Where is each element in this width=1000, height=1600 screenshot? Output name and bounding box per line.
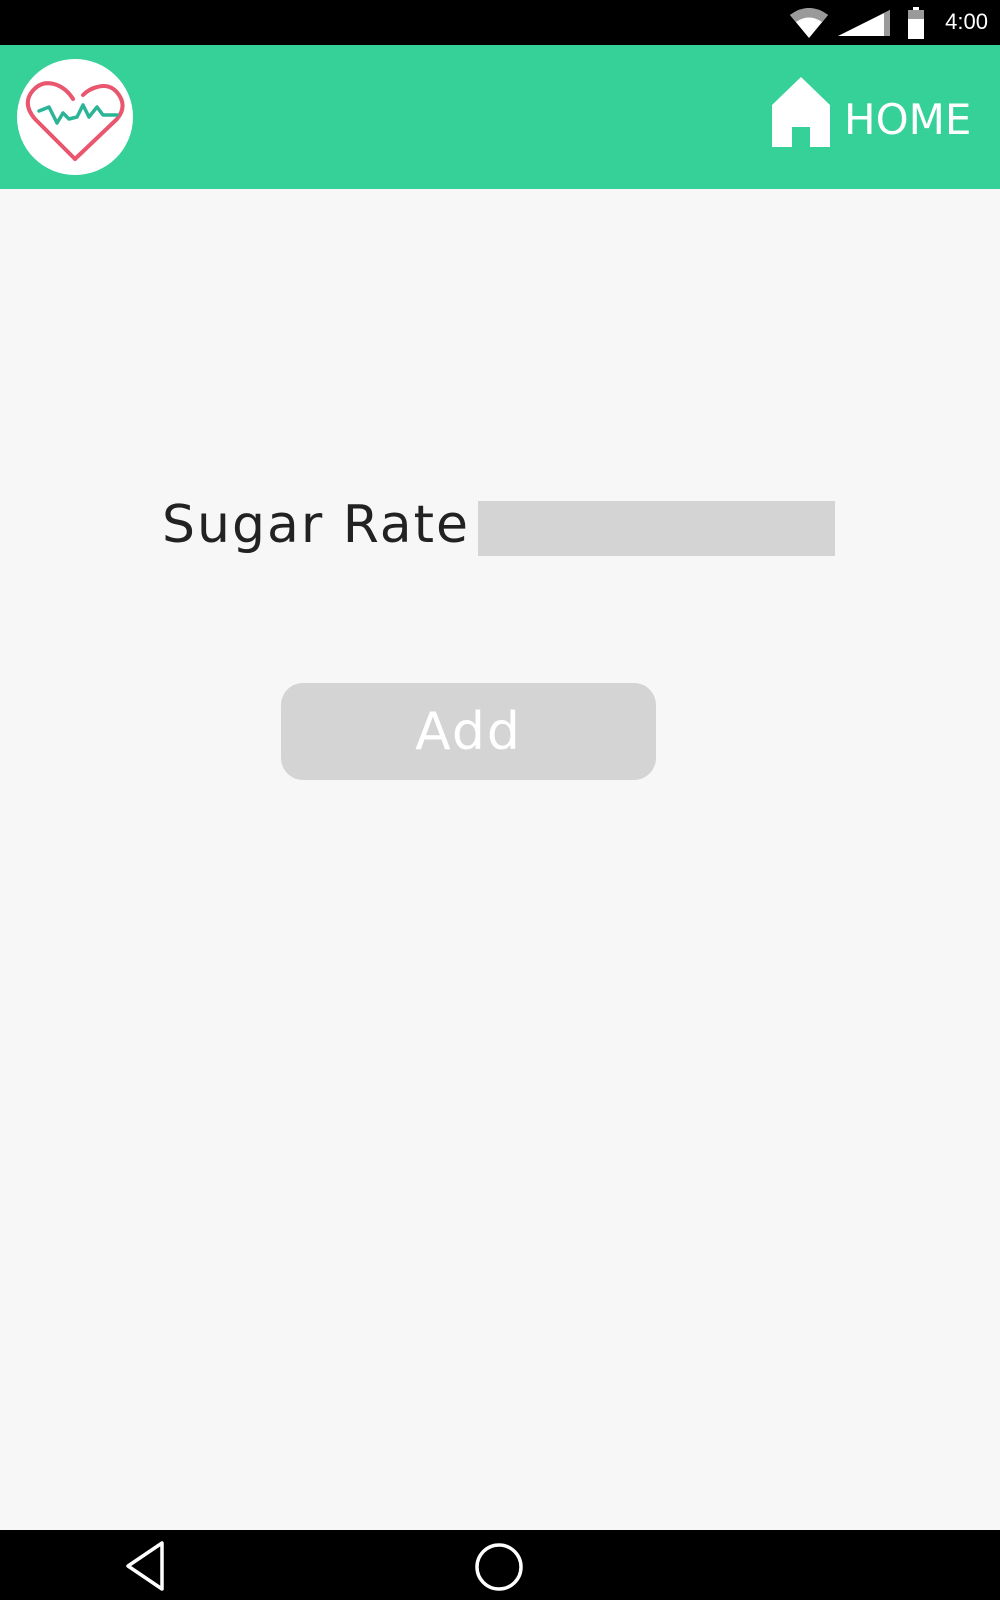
wifi-icon xyxy=(790,7,828,43)
status-time: 4:00 xyxy=(945,9,988,34)
home-circle-icon[interactable] xyxy=(474,1542,524,1592)
app-logo xyxy=(17,59,133,175)
app-bar: HOME xyxy=(0,45,1000,189)
cellular-signal-icon xyxy=(838,10,890,40)
heart-pulse-logo-icon xyxy=(25,81,125,161)
back-icon[interactable] xyxy=(124,1540,166,1592)
sugar-rate-label: Sugar Rate xyxy=(162,495,470,555)
sugar-rate-input[interactable] xyxy=(478,501,835,556)
home-label: HOME xyxy=(844,95,972,144)
battery-icon xyxy=(908,7,924,43)
home-button[interactable]: HOME xyxy=(772,77,982,157)
system-navigation-bar xyxy=(0,1530,1000,1600)
add-button[interactable]: Add xyxy=(281,683,656,780)
status-bar: 4:00 xyxy=(0,0,1000,45)
house-icon xyxy=(772,77,830,147)
